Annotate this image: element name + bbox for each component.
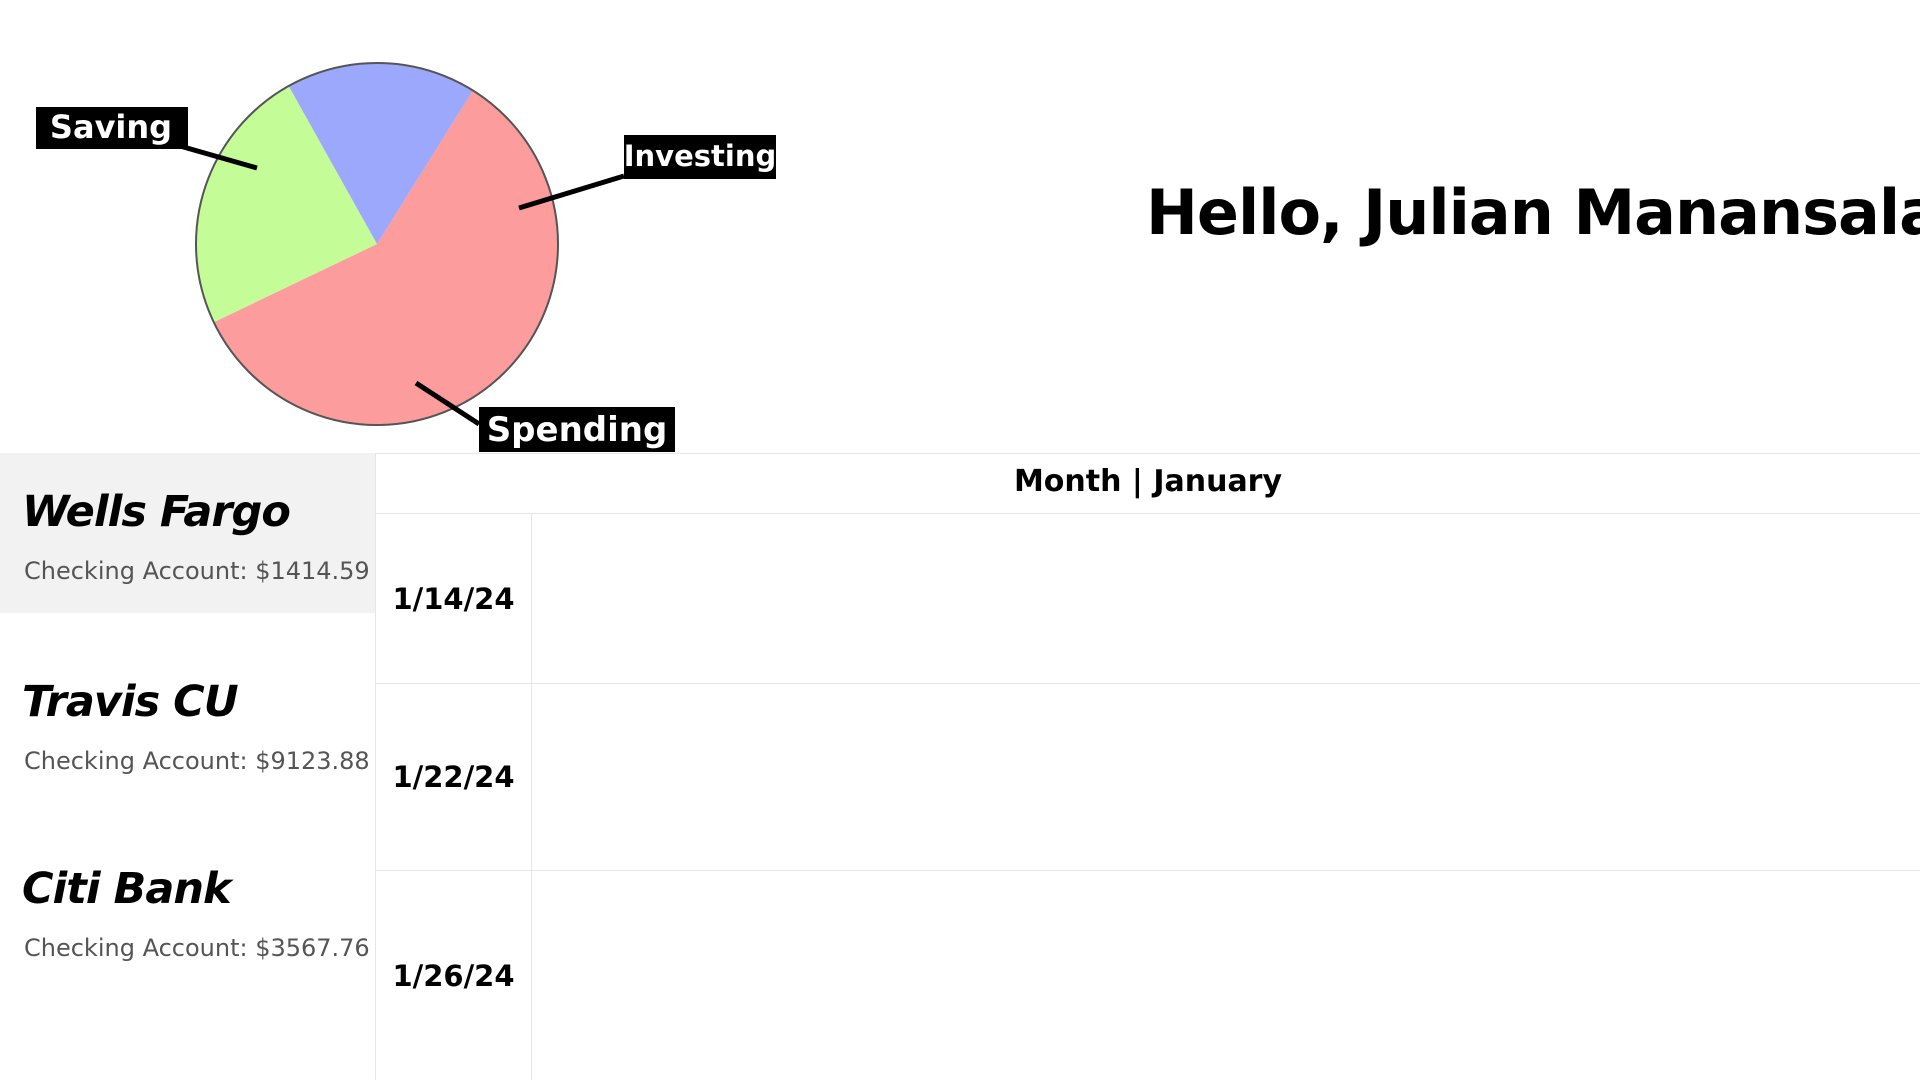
calendar-entry-1[interactable] xyxy=(532,514,1920,683)
account-wells-fargo[interactable]: Wells Fargo Checking Account: $1414.59 xyxy=(0,453,375,613)
calendar-date-3[interactable]: 1/26/24 xyxy=(376,871,531,1080)
account-citi-bank[interactable]: Citi Bank Checking Account: $3567.76 xyxy=(0,830,375,990)
calendar-entry-3[interactable] xyxy=(532,871,1920,1080)
date-label: 1/26/24 xyxy=(392,958,515,993)
pie-label-saving: Saving xyxy=(50,108,172,146)
account-name: Citi Bank xyxy=(22,864,232,914)
account-balance: Checking Account: $3567.76 xyxy=(24,934,370,962)
account-balance: Checking Account: $9123.88 xyxy=(24,747,370,775)
date-label: 1/22/24 xyxy=(392,760,515,794)
account-travis-cu[interactable]: Travis CU Checking Account: $9123.88 xyxy=(0,643,375,803)
date-label: 1/14/24 xyxy=(392,581,515,616)
calendar-date-2[interactable]: 1/22/24 xyxy=(376,684,531,870)
account-name: Wells Fargo xyxy=(22,487,291,537)
greeting-heading: Hello, Julian Manansala xyxy=(1146,176,1920,249)
pie-label-investing: Investing xyxy=(624,139,776,173)
month-header: Month | January xyxy=(1013,464,1283,499)
account-name: Travis CU xyxy=(22,677,239,727)
calendar-entry-2[interactable] xyxy=(532,684,1920,870)
pie-label-spending: Spending xyxy=(487,410,668,450)
account-balance: Checking Account: $1414.59 xyxy=(24,557,370,585)
calendar-date-1[interactable]: 1/14/24 xyxy=(376,514,531,683)
budget-pie-chart: Saving Investing Spending xyxy=(36,62,776,452)
